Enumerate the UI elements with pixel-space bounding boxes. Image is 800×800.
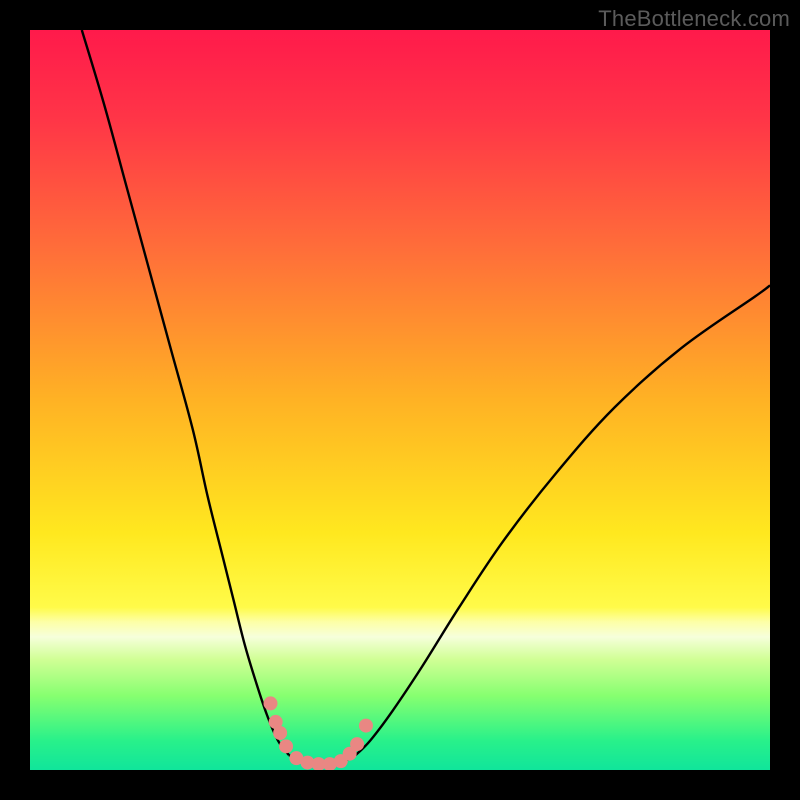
plot-area [30, 30, 770, 770]
chart-frame: TheBottleneck.com [0, 0, 800, 800]
watermark-text: TheBottleneck.com [598, 6, 790, 32]
background-gradient [30, 30, 770, 770]
